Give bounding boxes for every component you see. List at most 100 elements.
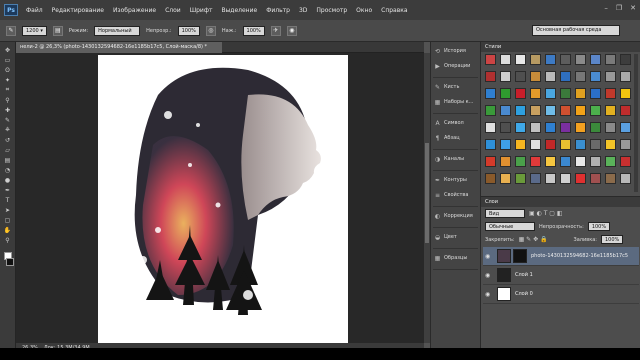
brush-tool-icon[interactable]: ✎ bbox=[6, 25, 16, 36]
airbrush-icon[interactable]: ✈ bbox=[270, 25, 281, 36]
style-swatch[interactable] bbox=[485, 105, 496, 116]
lock-icons[interactable]: ▦ ✎ ✥ 🔒 bbox=[519, 236, 548, 243]
style-swatch[interactable] bbox=[500, 105, 511, 116]
style-swatch[interactable] bbox=[620, 122, 631, 133]
style-swatch[interactable] bbox=[530, 54, 541, 65]
restore-icon[interactable]: ❐ bbox=[616, 4, 622, 12]
minimize-icon[interactable]: – bbox=[604, 4, 608, 12]
style-swatch[interactable] bbox=[485, 156, 496, 167]
menu-window[interactable]: Окно bbox=[356, 7, 372, 14]
style-swatch[interactable] bbox=[530, 122, 541, 133]
style-swatch[interactable] bbox=[515, 88, 526, 99]
gradient-tool-icon[interactable]: ▤ bbox=[2, 156, 14, 164]
visibility-eye-icon[interactable]: ◉ bbox=[485, 253, 493, 260]
panel-button-channels[interactable]: ◑ Каналы bbox=[431, 153, 480, 165]
quick-select-tool-icon[interactable]: ✦ bbox=[2, 76, 14, 84]
layer-opacity-field[interactable]: 100% bbox=[587, 222, 611, 231]
style-swatch[interactable] bbox=[515, 156, 526, 167]
style-swatch[interactable] bbox=[605, 173, 616, 184]
zoom-tool-icon[interactable]: ⚲ bbox=[2, 236, 14, 244]
layers-panel-tab[interactable]: Слои bbox=[481, 197, 640, 207]
style-swatch[interactable] bbox=[530, 173, 541, 184]
style-swatch[interactable] bbox=[605, 156, 616, 167]
menu-edit[interactable]: Редактирование bbox=[52, 7, 104, 14]
crop-tool-icon[interactable]: ⌗ bbox=[2, 86, 14, 94]
style-swatch[interactable] bbox=[590, 105, 601, 116]
visibility-eye-icon[interactable]: ◉ bbox=[485, 272, 493, 279]
pressure-opacity-icon[interactable]: ◎ bbox=[205, 25, 216, 36]
style-swatch[interactable] bbox=[605, 122, 616, 133]
style-swatch[interactable] bbox=[500, 139, 511, 150]
style-swatch[interactable] bbox=[590, 54, 601, 65]
style-swatch[interactable] bbox=[575, 88, 586, 99]
style-swatch[interactable] bbox=[545, 173, 556, 184]
style-swatch[interactable] bbox=[515, 71, 526, 82]
style-swatch[interactable] bbox=[560, 139, 571, 150]
panel-button-character[interactable]: A Символ bbox=[431, 117, 480, 129]
style-swatch[interactable] bbox=[620, 54, 631, 65]
style-swatch[interactable] bbox=[545, 54, 556, 65]
style-swatch[interactable] bbox=[515, 105, 526, 116]
layer-row-photo[interactable]: ◉ photo-1430132594682-16e1185b17c5 bbox=[483, 247, 639, 266]
move-tool-icon[interactable]: ✥ bbox=[2, 46, 14, 54]
eraser-tool-icon[interactable]: ▱ bbox=[2, 146, 14, 154]
style-swatch[interactable] bbox=[500, 88, 511, 99]
style-swatch[interactable] bbox=[620, 105, 631, 116]
style-swatch[interactable] bbox=[515, 139, 526, 150]
style-swatch[interactable] bbox=[485, 139, 496, 150]
style-swatch[interactable] bbox=[620, 71, 631, 82]
style-swatch[interactable] bbox=[560, 71, 571, 82]
hand-tool-icon[interactable]: ✋ bbox=[2, 226, 14, 234]
style-swatch[interactable] bbox=[485, 71, 496, 82]
style-swatch[interactable] bbox=[590, 156, 601, 167]
style-swatch[interactable] bbox=[620, 139, 631, 150]
style-swatch[interactable] bbox=[530, 139, 541, 150]
style-swatch[interactable] bbox=[560, 88, 571, 99]
style-swatch[interactable] bbox=[605, 54, 616, 65]
brush-tool-icon[interactable]: ✎ bbox=[2, 116, 14, 124]
document-tab[interactable]: нели-2 @ 26,3% (photo-1430132594682-16e1… bbox=[16, 42, 222, 53]
panel-button-brush-presets[interactable]: ▦ Наборы к... bbox=[431, 96, 480, 108]
panel-button-color[interactable]: ◒ Цвет bbox=[431, 231, 480, 243]
style-swatch[interactable] bbox=[530, 156, 541, 167]
style-swatch[interactable] bbox=[590, 88, 601, 99]
brush-panel-toggle-icon[interactable]: ▤ bbox=[52, 25, 63, 36]
lasso-tool-icon[interactable]: ʘ bbox=[2, 66, 14, 74]
style-swatch[interactable] bbox=[605, 105, 616, 116]
style-swatch[interactable] bbox=[575, 54, 586, 65]
style-swatch[interactable] bbox=[545, 122, 556, 133]
style-swatch[interactable] bbox=[575, 156, 586, 167]
style-swatch[interactable] bbox=[575, 173, 586, 184]
style-swatch[interactable] bbox=[545, 156, 556, 167]
menu-image[interactable]: Изображение bbox=[113, 7, 156, 14]
menu-file[interactable]: Файл bbox=[26, 7, 43, 14]
mode-select[interactable]: Нормальный bbox=[94, 25, 141, 36]
style-swatch[interactable] bbox=[575, 122, 586, 133]
fill-field[interactable]: 100% bbox=[600, 235, 624, 244]
style-swatch[interactable] bbox=[530, 88, 541, 99]
menu-layers[interactable]: Слои bbox=[165, 7, 181, 14]
style-swatch[interactable] bbox=[560, 54, 571, 65]
close-icon[interactable]: ✕ bbox=[630, 4, 636, 12]
style-swatch[interactable] bbox=[560, 105, 571, 116]
panel-button-brush[interactable]: ✎ Кисть bbox=[431, 81, 480, 93]
style-swatch[interactable] bbox=[500, 156, 511, 167]
style-swatch[interactable] bbox=[485, 122, 496, 133]
scrollbar-thumb[interactable] bbox=[425, 143, 429, 243]
style-swatch[interactable] bbox=[515, 54, 526, 65]
blur-tool-icon[interactable]: ◔ bbox=[2, 166, 14, 174]
style-swatch[interactable] bbox=[500, 71, 511, 82]
style-swatch[interactable] bbox=[620, 156, 631, 167]
panel-button-play[interactable]: ▶ Операции bbox=[431, 60, 480, 72]
style-swatch[interactable] bbox=[590, 173, 601, 184]
document-canvas[interactable] bbox=[98, 55, 348, 343]
style-swatch[interactable] bbox=[500, 173, 511, 184]
opacity-field[interactable]: 100% bbox=[177, 25, 200, 36]
style-swatch[interactable] bbox=[545, 71, 556, 82]
background-color-swatch[interactable] bbox=[6, 258, 14, 266]
style-swatch[interactable] bbox=[515, 173, 526, 184]
style-swatch[interactable] bbox=[545, 139, 556, 150]
style-swatch[interactable] bbox=[500, 122, 511, 133]
panel-button-adjustments[interactable]: ◐ Коррекция bbox=[431, 210, 480, 222]
pen-tool-icon[interactable]: ✒ bbox=[2, 186, 14, 194]
